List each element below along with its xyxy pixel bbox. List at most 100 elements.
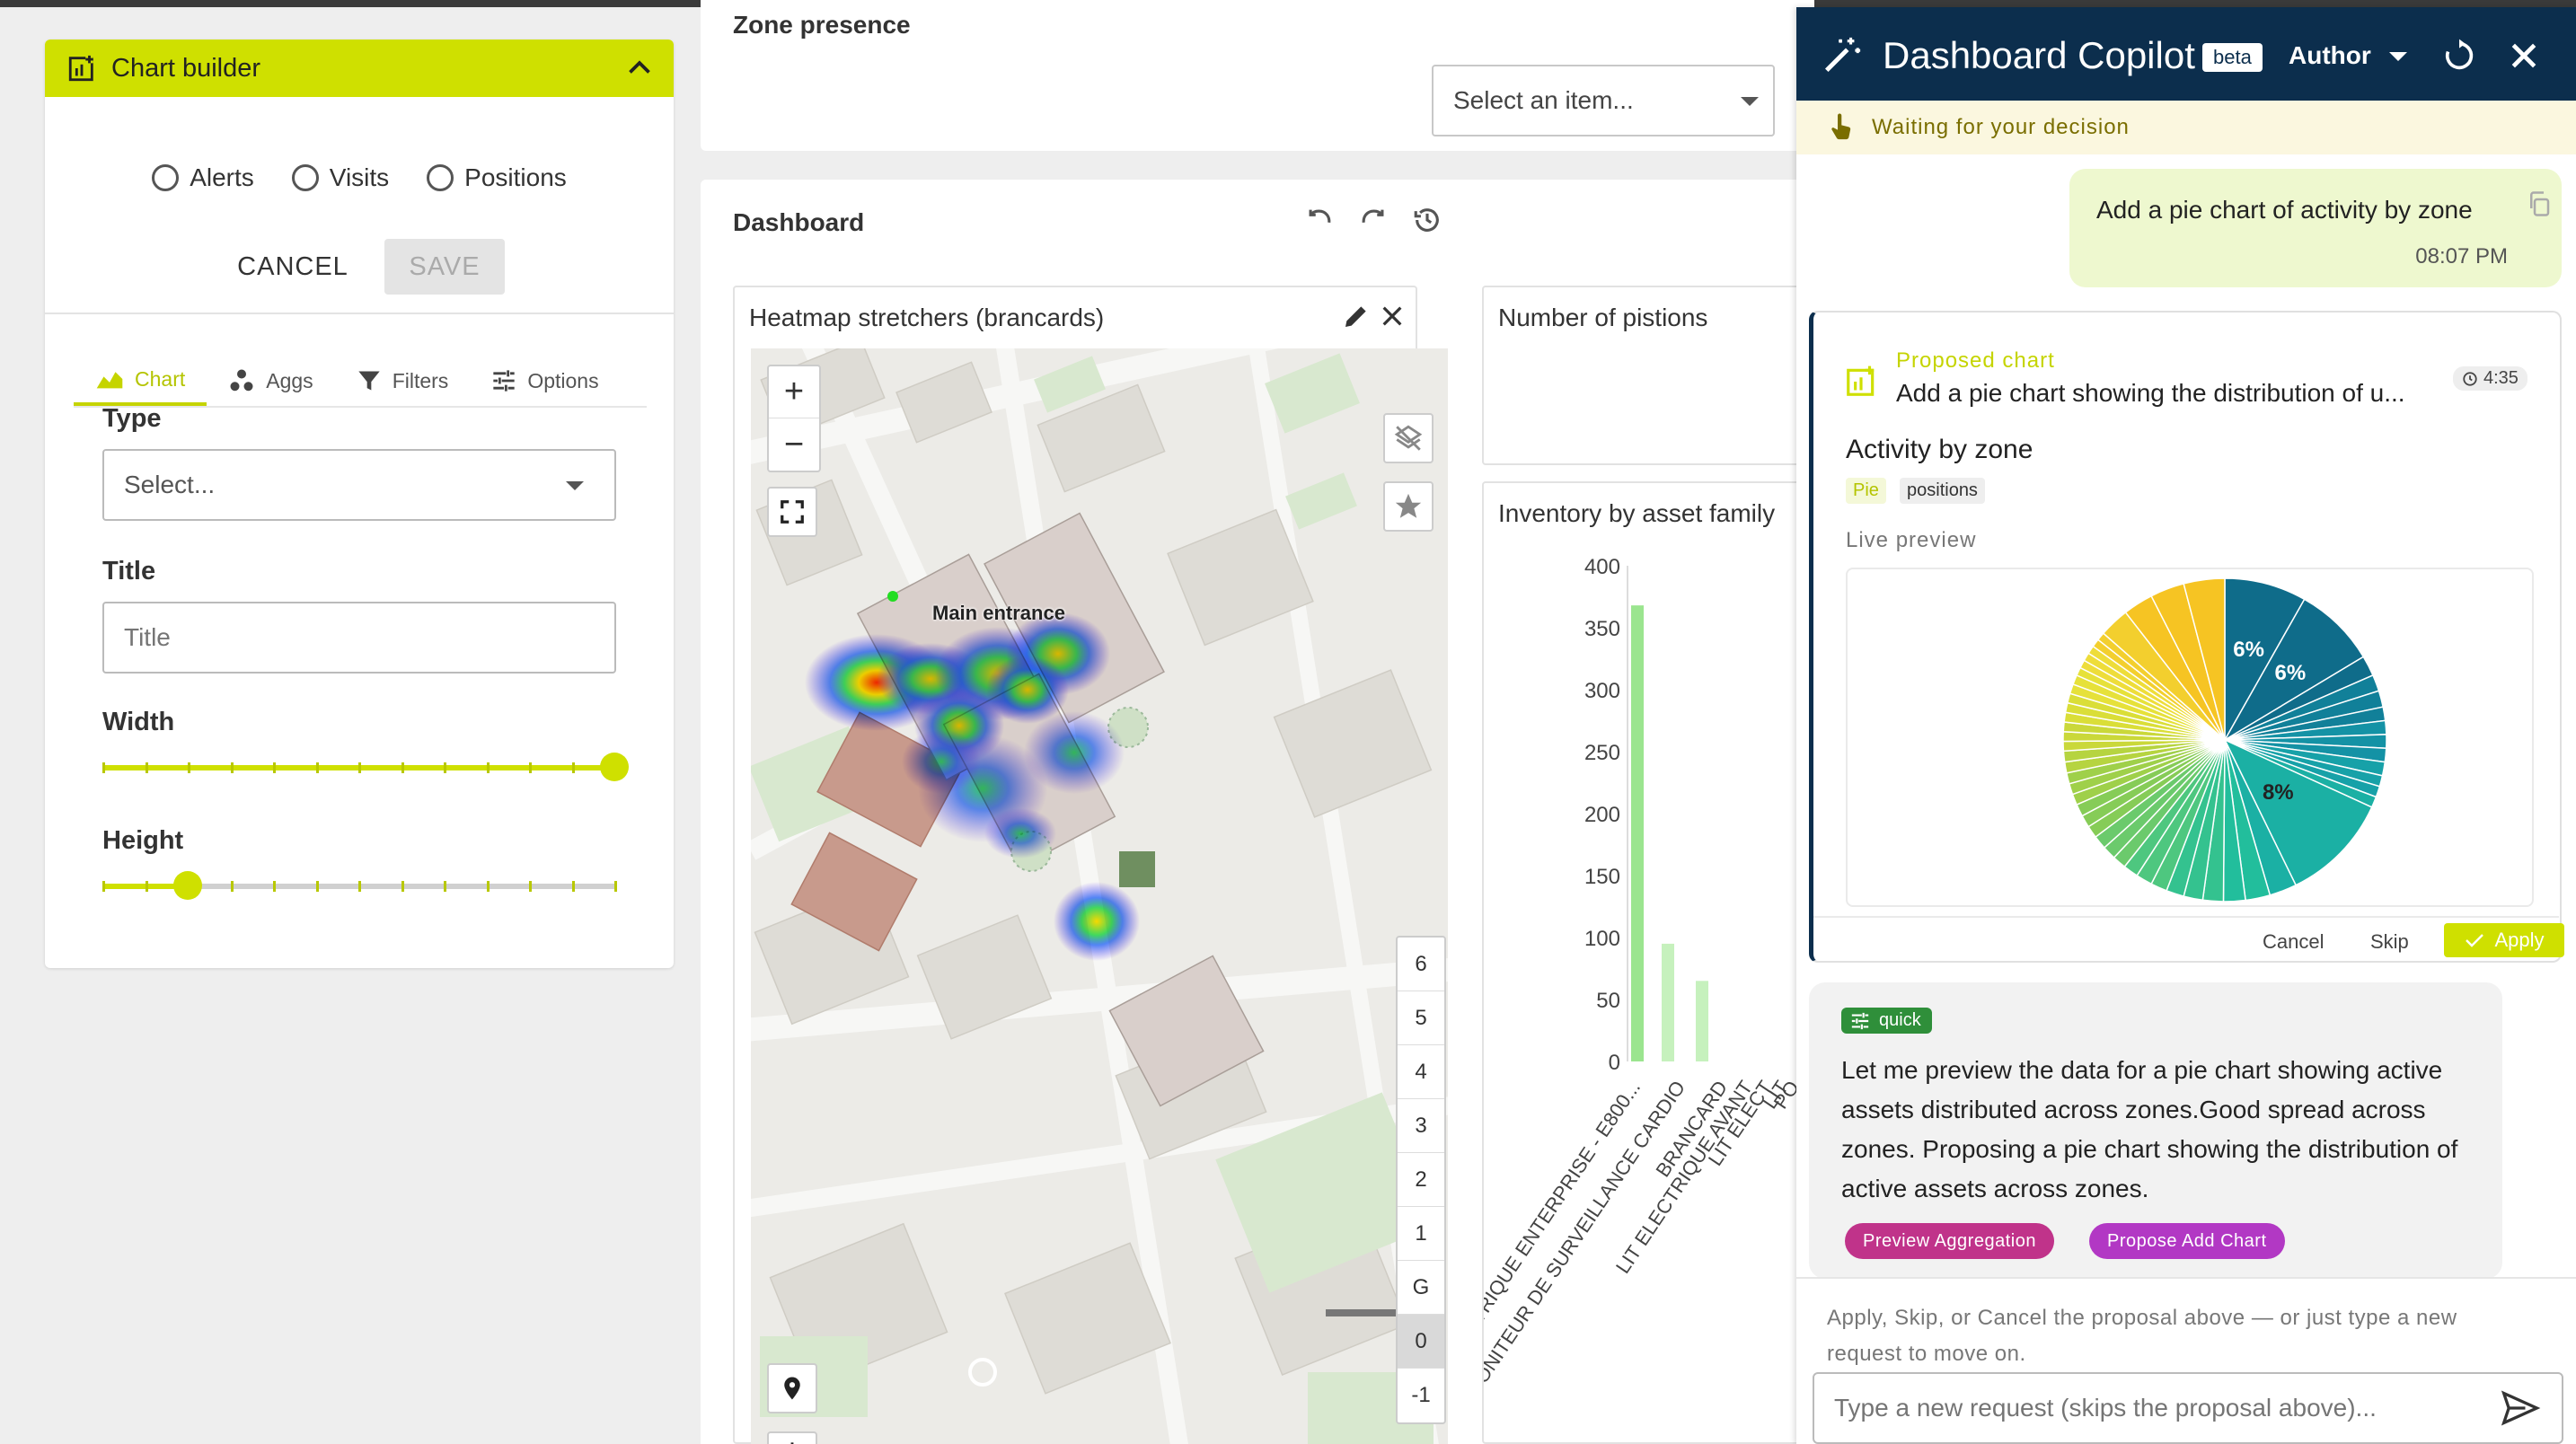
tune-icon: [1851, 1012, 1869, 1029]
zoom-in-button[interactable]: +: [769, 366, 819, 418]
timer-text: 4:35: [2483, 368, 2519, 388]
close-icon[interactable]: [1378, 302, 1407, 330]
positions-count-card: Number of pistions: [1482, 286, 1805, 465]
radio-circle-icon[interactable]: [152, 164, 180, 191]
redo-icon[interactable]: [1358, 205, 1389, 235]
y-tick-label: 250: [1584, 741, 1620, 765]
y-tick-label: 100: [1584, 927, 1620, 951]
close-icon[interactable]: [2506, 38, 2542, 74]
slider-tick: [315, 881, 319, 892]
source-radio-group: Alerts Visits Positions: [45, 163, 674, 192]
location-pin-icon: [784, 1377, 800, 1400]
live-preview-box: 6% 6% 8%: [1846, 568, 2534, 907]
bar[interactable]: [1631, 605, 1644, 1061]
floor-button[interactable]: 4: [1398, 1045, 1444, 1099]
slider-tick: [358, 762, 361, 773]
star-icon: [1395, 493, 1422, 518]
map-label-main-entrance: Main entrance: [932, 602, 1065, 624]
tab-label: Filters: [392, 368, 449, 392]
tab-label: Options: [527, 368, 599, 392]
zone-select[interactable]: Select an item...: [1432, 65, 1775, 136]
proposal-apply-button[interactable]: Apply: [2444, 923, 2564, 957]
undo-icon[interactable]: [1304, 205, 1335, 235]
filter-icon: [358, 371, 380, 391]
slider-tick: [571, 762, 575, 773]
pie-data-label: 6%: [2275, 661, 2307, 685]
history-icon[interactable]: [1412, 205, 1442, 235]
floor-button[interactable]: 6: [1398, 938, 1444, 991]
cancel-button[interactable]: CANCEL: [212, 239, 374, 295]
floor-button[interactable]: G: [1398, 1261, 1444, 1315]
y-tick-label: 350: [1584, 617, 1620, 641]
floor-button[interactable]: 5: [1398, 991, 1444, 1045]
chevron-up-icon[interactable]: [623, 52, 656, 84]
pin-button[interactable]: [767, 1363, 817, 1413]
radio-alerts[interactable]: Alerts: [152, 163, 254, 192]
inventory-bar-chart: 400350300250200150100500LIT ELECTRIQUE E…: [1484, 555, 1804, 1401]
slider-tick: [315, 762, 319, 773]
y-tick-label: 150: [1584, 865, 1620, 889]
copy-icon[interactable]: [2526, 190, 2553, 217]
proposal-cancel-button[interactable]: Cancel: [2263, 930, 2324, 954]
caret-down-icon[interactable]: [2389, 52, 2407, 61]
zoom-out-button[interactable]: −: [769, 418, 819, 471]
radio-circle-icon[interactable]: [291, 164, 319, 191]
proposal-skip-button[interactable]: Skip: [2370, 930, 2409, 954]
zoom-control: + −: [767, 365, 821, 472]
favorite-button[interactable]: [1383, 481, 1434, 532]
type-select[interactable]: Select...: [102, 449, 616, 521]
quick-badge: quick: [1841, 1008, 1932, 1034]
floor-button-selected[interactable]: 0: [1398, 1315, 1444, 1369]
tab-options[interactable]: Options: [470, 356, 620, 406]
dashboard-toolbar: [1304, 205, 1442, 235]
chart-builder-panel: Chart builder Alerts Visits Positions CA…: [45, 40, 674, 968]
fullscreen-button[interactable]: [767, 487, 817, 537]
height-slider[interactable]: [102, 871, 617, 900]
width-slider[interactable]: [102, 753, 629, 781]
chart-builder-header[interactable]: Chart builder: [45, 40, 674, 97]
reset-icon[interactable]: [2441, 38, 2477, 74]
request-input[interactable]: [1813, 1372, 2563, 1444]
y-tick-label: 200: [1584, 803, 1620, 827]
quick-badge-label: quick: [1879, 1010, 1921, 1030]
title-input[interactable]: [102, 602, 616, 674]
live-preview-label: Live preview: [1846, 528, 1977, 552]
heatmap-map[interactable]: + − Main entrance 6 5 4 3 2 1 G 0 -1: [751, 348, 1448, 1444]
copilot-panel: Dashboard Copilot beta Author Waiting fo…: [1796, 7, 2576, 1444]
floor-button[interactable]: 3: [1398, 1099, 1444, 1153]
fullscreen-icon: [781, 500, 804, 524]
slider-tick: [401, 881, 404, 892]
floor-button[interactable]: 2: [1398, 1153, 1444, 1207]
dashboard-title: Dashboard: [733, 208, 865, 236]
radio-circle-icon[interactable]: [427, 164, 454, 191]
send-icon[interactable]: [2499, 1388, 2542, 1428]
floor-button[interactable]: -1: [1398, 1369, 1444, 1422]
slider-knob[interactable]: [173, 871, 203, 900]
bar[interactable]: [1662, 943, 1674, 1061]
slider-tick: [529, 881, 532, 892]
y-tick-label: 0: [1609, 1051, 1620, 1075]
tab-chart[interactable]: Chart: [74, 356, 207, 406]
layers-button[interactable]: [1383, 413, 1434, 463]
save-button[interactable]: SAVE: [384, 239, 505, 295]
divider: [45, 313, 674, 314]
floor-selector: 6 5 4 3 2 1 G 0 -1: [1396, 936, 1446, 1424]
role-select-label[interactable]: Author: [2289, 41, 2371, 70]
heatmap-card: Heatmap stretchers (brancards) + − Main …: [733, 286, 1448, 1444]
radio-visits[interactable]: Visits: [291, 163, 389, 192]
floor-button[interactable]: 1: [1398, 1207, 1444, 1261]
pencil-icon[interactable]: [1342, 302, 1371, 330]
zone-presence-title: Zone presence: [733, 11, 911, 39]
activity-pie-chart: 6% 6% 8%: [2062, 577, 2387, 902]
bar[interactable]: [1696, 981, 1708, 1061]
slider-tick: [102, 881, 105, 892]
slider-knob[interactable]: [600, 753, 629, 781]
radio-positions[interactable]: Positions: [427, 163, 567, 192]
preview-aggregation-chip[interactable]: Preview Aggregation: [1845, 1223, 2054, 1259]
hint-area: Apply, Skip, or Cancel the proposal abov…: [1796, 1277, 2576, 1366]
tab-aggs[interactable]: Aggs: [207, 356, 334, 406]
propose-add-chart-chip[interactable]: Propose Add Chart: [2089, 1223, 2285, 1259]
locate-me-button[interactable]: [767, 1431, 817, 1444]
tab-filters[interactable]: Filters: [335, 356, 471, 406]
slider-tick: [230, 881, 234, 892]
